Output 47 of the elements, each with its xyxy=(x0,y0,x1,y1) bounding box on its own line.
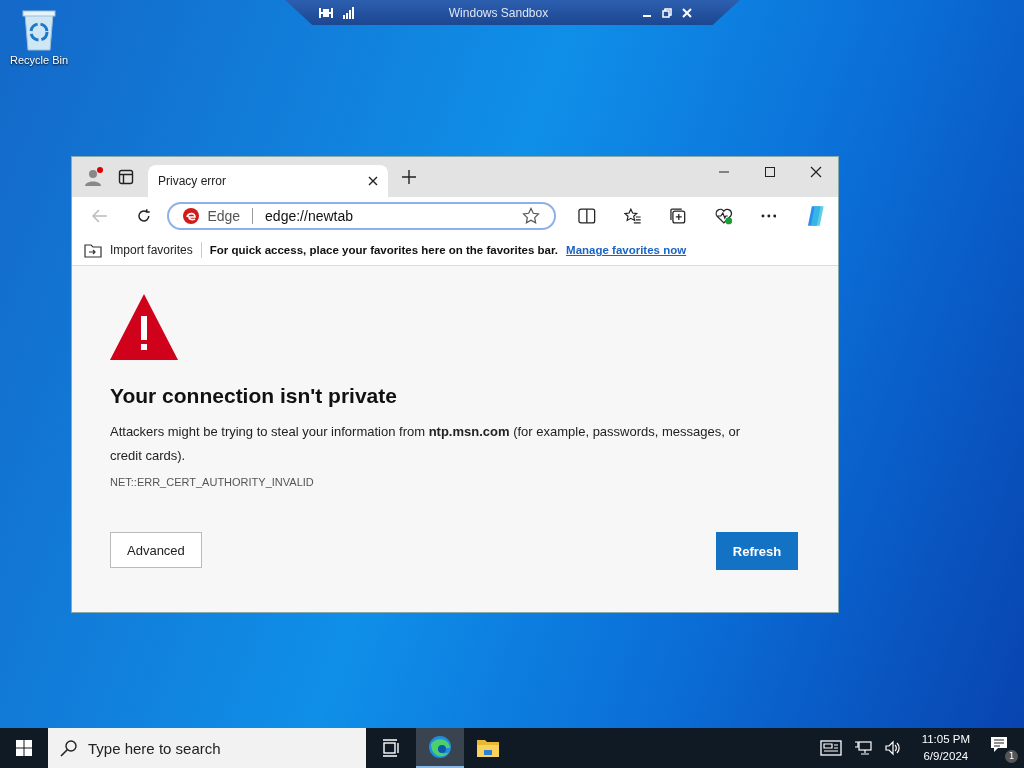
notification-count-badge: 1 xyxy=(1005,750,1018,763)
error-heading: Your connection isn't private xyxy=(110,384,397,408)
speaker-icon[interactable] xyxy=(883,740,902,756)
import-icon[interactable] xyxy=(84,242,102,258)
import-favorites-button[interactable]: Import favorites xyxy=(110,243,193,257)
taskbar-search-field[interactable]: Type here to search xyxy=(48,728,366,768)
new-tab-icon[interactable] xyxy=(402,170,416,184)
task-view-icon[interactable] xyxy=(382,739,400,757)
refresh-button[interactable]: Refresh xyxy=(716,532,798,570)
taskbar-app-button[interactable] xyxy=(416,728,464,768)
refresh-icon[interactable] xyxy=(135,208,152,224)
site-label: Edge xyxy=(207,208,241,224)
maximize-icon[interactable] xyxy=(764,166,776,178)
close-icon[interactable] xyxy=(810,166,822,178)
error-code: NET::ERR_CERT_AUTHORITY_INVALID xyxy=(110,476,314,488)
split-screen-icon[interactable] xyxy=(578,208,596,224)
favorites-icon[interactable] xyxy=(623,208,642,224)
profile-icon[interactable] xyxy=(84,167,104,187)
warning-icon xyxy=(110,294,178,360)
edge-logo-icon xyxy=(183,208,200,224)
notification-icon[interactable] xyxy=(990,736,1010,754)
signal-icon xyxy=(343,6,355,19)
url-text: edge://newtab xyxy=(265,208,354,224)
recycle-bin-icon[interactable] xyxy=(19,8,59,52)
news-icon[interactable] xyxy=(819,740,842,756)
favorite-star-icon[interactable] xyxy=(522,207,541,225)
close-icon[interactable] xyxy=(368,176,378,186)
windows-start-icon[interactable] xyxy=(16,740,32,756)
edge-browser-icon xyxy=(428,735,452,759)
window-title: Windows Sandbox xyxy=(447,5,550,20)
favorites-hint: For quick access, place your favorites here on the favorites bar. xyxy=(209,244,559,256)
network-icon[interactable] xyxy=(853,740,872,756)
clock-date[interactable]: 6/9/2024 xyxy=(923,748,969,765)
manage-favorites-link[interactable]: Manage favorites now xyxy=(566,244,687,256)
address-bar[interactable]: Edge edge://newtab xyxy=(167,202,557,230)
more-icon[interactable] xyxy=(760,214,777,218)
desktop-icon-label[interactable]: Recycle Bin xyxy=(9,54,69,66)
advanced-button[interactable]: Advanced xyxy=(110,532,202,568)
browser-tab[interactable]: Privacy error xyxy=(148,165,388,197)
pin-icon[interactable] xyxy=(319,6,333,19)
health-heart-icon[interactable] xyxy=(715,207,733,225)
restore-icon[interactable] xyxy=(662,7,672,18)
error-description: Attackers might be trying to steal your information from ntp.msn.com (for example, passwords, messages, or credit cards). xyxy=(110,423,742,465)
collections-icon[interactable] xyxy=(669,207,688,225)
tab-actions-icon[interactable] xyxy=(118,169,134,185)
clock-time[interactable]: 11:05 PM xyxy=(921,731,970,748)
folder-icon xyxy=(476,738,500,758)
